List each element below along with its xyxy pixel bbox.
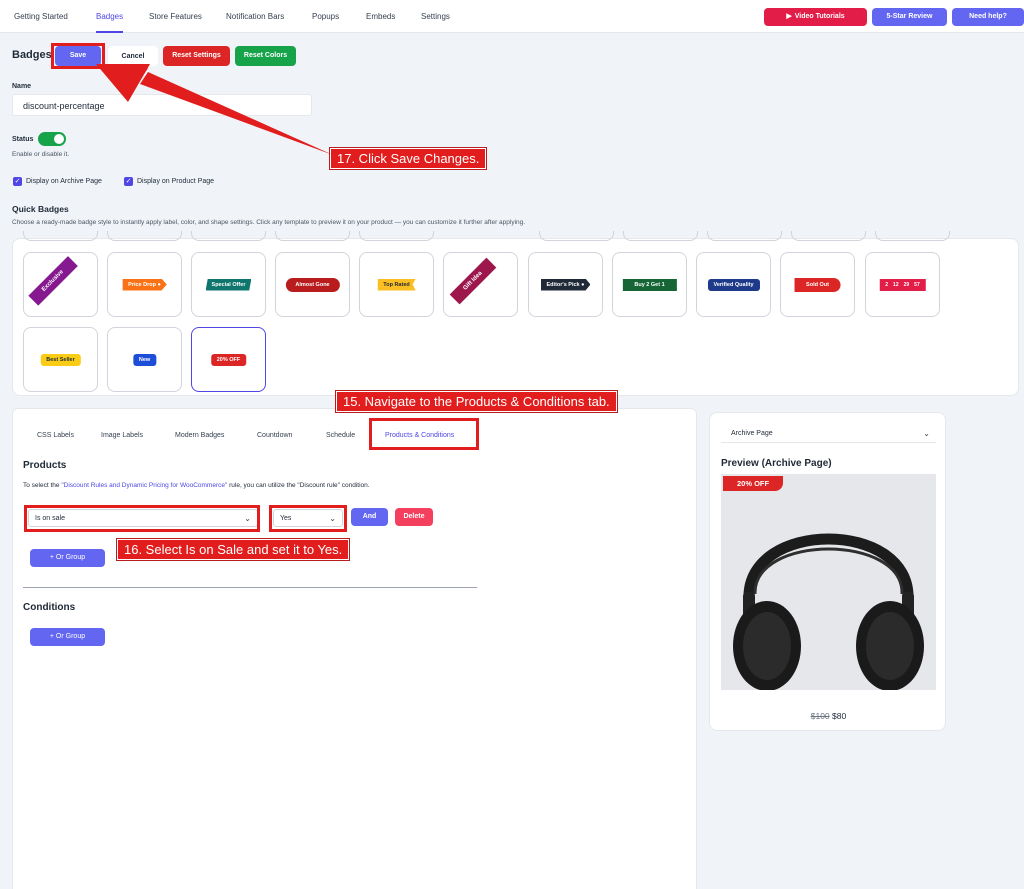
annotation-step-16: 16. Select Is on Sale and set it to Yes. [117,539,350,560]
annotation-arrow [96,64,333,155]
annotation-step-15: 15. Navigate to the Products & Condition… [336,391,617,412]
annotation-step-17: 17. Click Save Changes. [330,148,487,169]
